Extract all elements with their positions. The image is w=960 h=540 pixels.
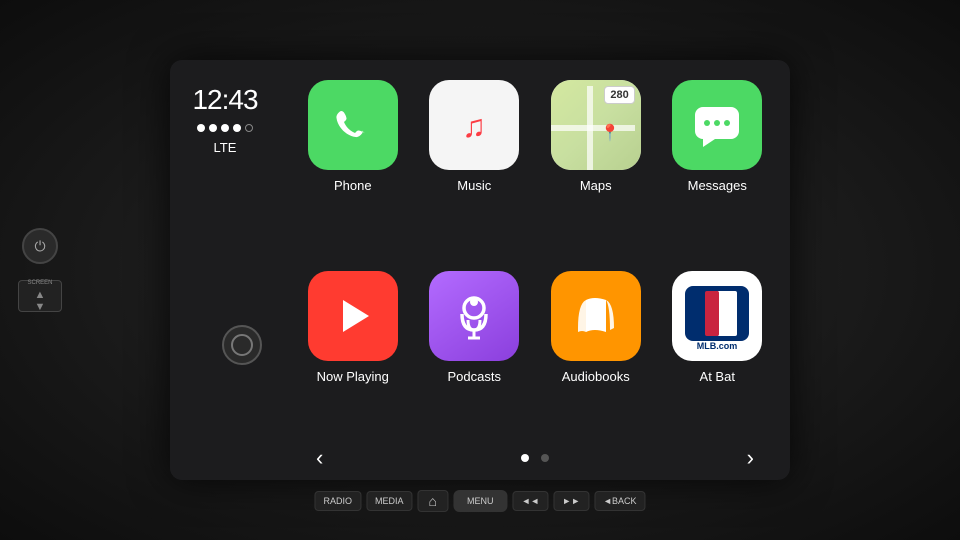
bottom-controls-bar: RADIO MEDIA ⌂ MENU ◄◄ ►► ◄BACK — [314, 490, 645, 512]
app-messages[interactable]: Messages — [661, 80, 775, 255]
messages-icon-bg — [672, 80, 762, 170]
podcasts-icon-bg — [429, 271, 519, 361]
podcasts-icon-svg — [444, 286, 504, 346]
atbat-label: At Bat — [700, 369, 735, 384]
signal-dot-3 — [221, 124, 229, 132]
music-icon-svg: ♫ — [446, 97, 502, 153]
nowplaying-icon-svg — [327, 290, 379, 342]
next-page-button[interactable]: › — [747, 445, 754, 471]
app-phone[interactable]: Phone — [296, 80, 410, 255]
page-dot-1 — [521, 454, 529, 462]
maps-pin-icon: 📍 — [600, 123, 620, 143]
podcasts-label: Podcasts — [448, 369, 501, 384]
messages-label: Messages — [688, 178, 747, 193]
app-podcasts[interactable]: Podcasts — [418, 271, 532, 446]
svg-text:MLB.com: MLB.com — [697, 341, 738, 351]
music-icon-bg: ♫ — [429, 80, 519, 170]
messages-icon-svg — [687, 95, 747, 155]
audiobooks-icon-bg — [551, 271, 641, 361]
power-button[interactable]: ⏻ — [22, 228, 58, 264]
time-display: 12:43 — [192, 84, 257, 116]
audiobooks-icon-svg — [566, 286, 626, 346]
app-area: Phone ♫ Music — [280, 60, 790, 480]
left-controls: ⏻ SCREEN ▲▼ — [18, 228, 62, 312]
maps-preview: 280 📍 — [551, 80, 641, 170]
status-sidebar: 12:43 LTE — [170, 60, 280, 480]
page-dot-2 — [541, 454, 549, 462]
app-nowplaying[interactable]: Now Playing — [296, 271, 410, 446]
fastforward-button[interactable]: ►► — [553, 491, 589, 511]
signal-dots — [197, 124, 253, 132]
display-inner: 12:43 LTE — [170, 60, 790, 480]
power-icon: ⏻ — [34, 238, 45, 255]
car-frame: ⏻ SCREEN ▲▼ 12:43 LTE — [0, 0, 960, 540]
phone-icon-svg — [327, 99, 379, 151]
media-button[interactable]: MEDIA — [366, 491, 413, 511]
nowplaying-label: Now Playing — [317, 369, 389, 384]
maps-label: Maps — [580, 178, 612, 193]
nowplaying-icon-bg — [308, 271, 398, 361]
rewind-button[interactable]: ◄◄ — [512, 491, 548, 511]
signal-dot-4 — [233, 124, 241, 132]
home-ctrl-button[interactable]: ⌂ — [417, 490, 447, 512]
pagination: ‹ › — [296, 446, 774, 470]
carplay-display: 12:43 LTE — [170, 60, 790, 480]
phone-label: Phone — [334, 178, 372, 193]
lte-label: LTE — [214, 140, 237, 155]
maps-badge: 280 — [604, 86, 634, 104]
signal-dot-2 — [209, 124, 217, 132]
maps-road-h — [551, 125, 635, 131]
signal-dot-1 — [197, 124, 205, 132]
back-button[interactable]: ◄BACK — [594, 491, 645, 511]
app-atbat[interactable]: MLB.com At Bat — [661, 271, 775, 446]
music-label: Music — [457, 178, 491, 193]
atbat-icon-bg: MLB.com — [672, 271, 762, 361]
app-grid: Phone ♫ Music — [296, 80, 774, 446]
screen-label: SCREEN — [27, 280, 52, 286]
app-maps[interactable]: 280 📍 Maps — [539, 80, 653, 255]
screen-button[interactable]: SCREEN ▲▼ — [18, 280, 62, 312]
menu-button[interactable]: MENU — [453, 490, 508, 512]
app-audiobooks[interactable]: Audiobooks — [539, 271, 653, 446]
mlb-logo: MLB.com — [672, 271, 762, 361]
signal-dot-5 — [245, 124, 253, 132]
maps-icon-bg: 280 📍 — [551, 80, 641, 170]
screen-arrows-icon: ▲▼ — [35, 289, 46, 313]
prev-page-button[interactable]: ‹ — [316, 445, 323, 471]
radio-button[interactable]: RADIO — [314, 491, 361, 511]
home-button-inner — [231, 334, 253, 356]
svg-text:♫: ♫ — [462, 108, 486, 144]
audiobooks-label: Audiobooks — [562, 369, 630, 384]
phone-icon-bg — [308, 80, 398, 170]
maps-road-v — [587, 86, 593, 170]
app-music[interactable]: ♫ Music — [418, 80, 532, 255]
mlb-logo-svg: MLB.com — [677, 281, 757, 351]
